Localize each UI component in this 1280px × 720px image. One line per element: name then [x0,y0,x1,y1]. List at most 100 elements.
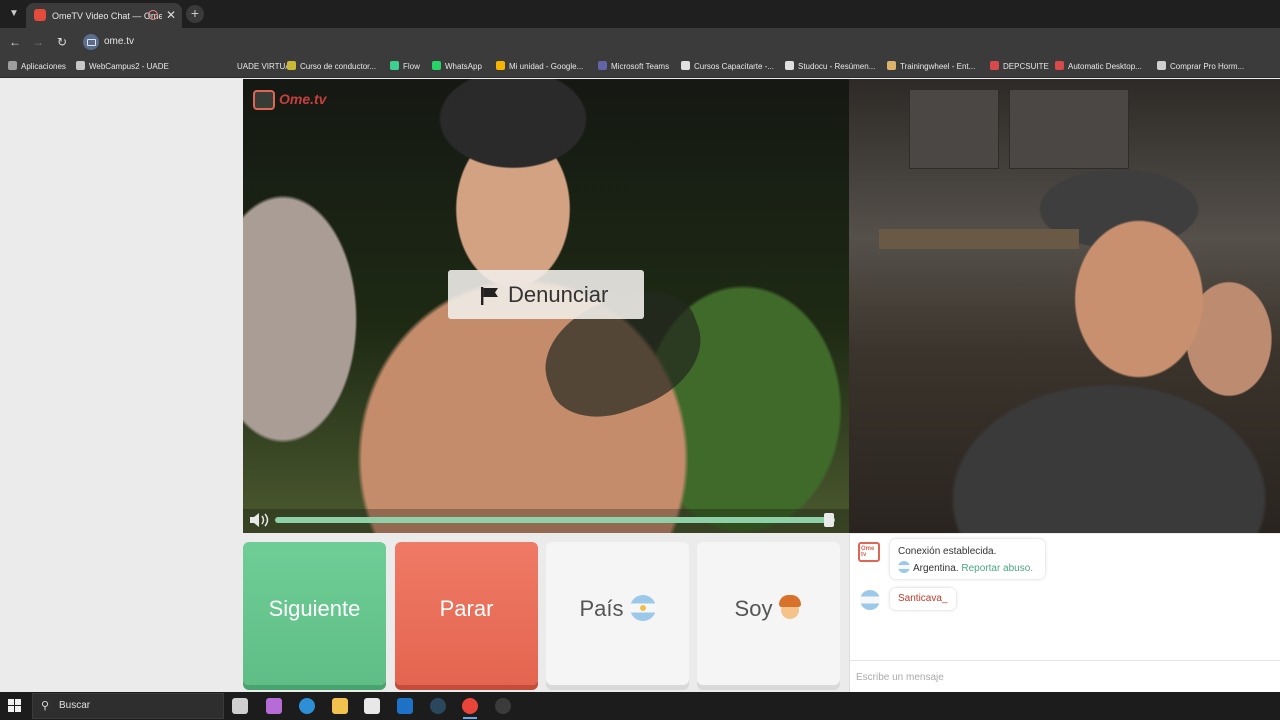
back-icon[interactable]: ← [5,33,25,51]
report-label: Denunciar [508,282,609,307]
bookmark-label: Curso de conductor... [300,62,377,71]
ometv-logo: Ome.tv [253,87,345,113]
report-button[interactable]: Denunciar [448,270,644,319]
bookmark-favicon-icon [287,61,296,70]
boy-icon [778,595,802,621]
close-tab-icon[interactable]: ✕ [164,7,178,23]
outlook-icon[interactable] [397,698,413,714]
next-label: Siguiente [268,596,361,621]
ometv-logo-text: Ome.tv [279,91,327,107]
volume-slider[interactable] [275,517,835,523]
ometv-page: Ome.tv Denunciar Siguiente Parar País So… [0,79,1280,692]
next-button[interactable]: Siguiente [243,542,386,685]
bookmark-favicon-icon [1055,61,1064,70]
steam-icon[interactable] [430,698,446,714]
bookmark-label: Studocu - Resúmen... [798,62,876,71]
video-content [909,89,999,169]
bookmark-favicon-icon [496,61,505,70]
reload-icon[interactable]: ↻ [52,33,72,51]
bookmark-item[interactable]: Cursos Capacitarte -... [681,59,774,75]
chrome-icon[interactable] [462,698,478,714]
self-video [849,79,1280,533]
connection-status: Conexión establecida. [898,546,997,557]
bookmark-label: Cursos Capacitarte -... [694,62,775,71]
volume-slider-handle[interactable] [824,513,835,527]
chat-logo-text: Ome tv [861,546,875,558]
taskbar-search[interactable]: ⚲ Buscar [32,693,224,719]
forward-icon[interactable]: → [28,33,48,51]
browser-tab-bar: ▼ OmeTV Video Chat — Ome ✕ + [0,0,1280,28]
bookmark-item[interactable]: Mi unidad - Google... [496,59,583,75]
bookmark-favicon-icon [8,61,17,70]
bookmark-item[interactable]: Aplicaciones [8,59,66,75]
ometv-favicon-icon [34,9,46,21]
stranger-video: Ome.tv Denunciar [243,79,849,533]
bookmark-label: Microsoft Teams [611,62,670,71]
bookmark-item[interactable]: Automatic Desktop... [1055,59,1142,75]
message-text: Santicava_ [898,593,948,604]
stop-label: Parar [439,596,494,621]
recording-indicator-icon [148,10,158,20]
bookmark-label: Mi unidad - Google... [509,62,584,71]
bookmark-item[interactable]: DEPCSUITE [990,59,1049,75]
windows-start-icon[interactable] [8,699,22,713]
tab-title: OmeTV Video Chat — Ome [52,11,162,21]
video-content [1009,89,1129,169]
search-icon: ⚲ [41,700,50,712]
bookmark-favicon-icon [990,61,999,70]
file-explorer-icon[interactable] [332,698,348,714]
bookmark-label: Aplicaciones [21,62,66,71]
store-icon[interactable] [364,698,380,714]
chat-panel: Ome tv Conexión establecida. Argentina. … [849,534,1280,692]
windows-taskbar: ⚲ Buscar [0,692,1280,720]
gender-label: Soy [734,596,773,621]
obs-icon[interactable] [495,698,511,714]
stop-button[interactable]: Parar [395,542,538,685]
copilot-icon[interactable] [266,698,282,714]
bookmark-label: Comprar Pro Horm... [1170,62,1245,71]
argentina-flag-icon [898,561,910,573]
bookmark-favicon-icon [598,61,607,70]
bookmark-favicon-icon [224,61,233,70]
bookmark-item[interactable]: Studocu - Resúmen... [785,59,875,75]
volume-icon[interactable] [249,512,271,528]
ometv-logo-icon [253,90,275,110]
country-button[interactable]: País [546,542,689,685]
bookmark-item[interactable]: Microsoft Teams [598,59,669,75]
bookmark-label: WebCampus2 - UADE [89,62,169,71]
url-field[interactable]: ome.tv [104,33,404,51]
ometv-chat-logo-icon: Ome tv [858,542,880,562]
chat-input-area [850,660,1280,692]
bookmark-item[interactable]: Trainingwheel - Ent... [887,59,975,75]
bookmark-item[interactable]: WhatsApp [432,59,482,75]
bookmark-item[interactable]: UADE VIRTUAL [224,59,295,75]
tab-search-icon[interactable]: ▼ [4,5,24,23]
bookmark-favicon-icon [76,61,85,70]
site-info-icon[interactable] [83,34,99,50]
gender-button[interactable]: Soy [697,542,840,685]
gender-label-row: Soy [697,594,840,624]
bookmark-favicon-icon [785,61,794,70]
bookmark-item[interactable]: Curso de conductor... [287,59,376,75]
bookmark-item[interactable]: Comprar Pro Horm... [1157,59,1244,75]
chat-message-input[interactable] [856,667,1266,687]
bookmarks-bar: ⊞ AplicacionesWebCampus2 - UADEUADE VIRT… [0,56,1280,78]
country-line: Argentina. Reportar abuso. [898,561,1043,575]
search-label: Buscar [59,700,91,711]
bookmark-label: Flow [403,62,420,71]
bookmark-label: WhatsApp [445,62,482,71]
report-abuse-link[interactable]: Reportar abuso. [961,563,1033,574]
country-label: País [579,596,624,621]
bookmark-item[interactable]: Flow [390,59,420,75]
bookmark-favicon-icon [432,61,441,70]
bookmark-label: Trainingwheel - Ent... [900,62,976,71]
task-view-icon[interactable] [232,698,248,714]
bookmark-favicon-icon [390,61,399,70]
bookmark-item[interactable]: WebCampus2 - UADE [76,59,169,75]
video-content [879,229,1079,249]
bookmark-label: DEPCSUITE [1003,62,1049,71]
browser-tab[interactable]: OmeTV Video Chat — Ome ✕ [26,3,182,28]
address-bar: ← → ↻ ome.tv [0,28,1280,56]
new-tab-button[interactable]: + [186,5,204,23]
edge-icon[interactable] [299,698,315,714]
